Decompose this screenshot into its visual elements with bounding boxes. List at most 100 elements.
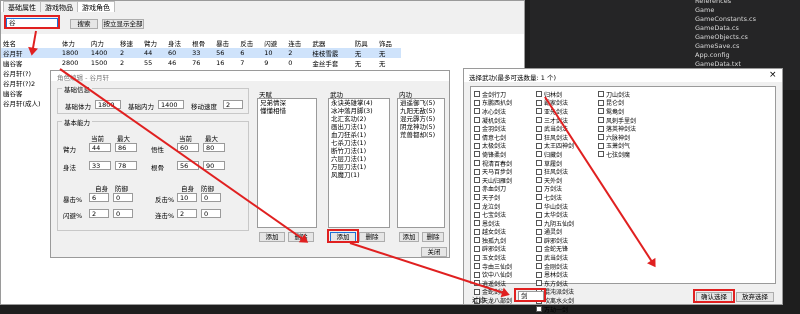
tree-item[interactable]: GameConstants.cs (695, 15, 800, 24)
martial-option[interactable]: 鸳鸯剑 (598, 107, 636, 116)
martial-option[interactable]: 落英神剑法 (598, 124, 636, 133)
checkbox[interactable] (598, 108, 604, 115)
martial-option[interactable]: 刀山剑法 (598, 90, 636, 99)
checkbox[interactable] (474, 108, 480, 115)
inner-add-button[interactable]: 添加 (399, 232, 419, 242)
martial-option[interactable]: 太华剑法 (536, 210, 574, 219)
list-item[interactable]: 画出刀法(1) (329, 123, 389, 131)
inner-delete-button[interactable]: 删除 (422, 232, 444, 242)
stat-max-field[interactable]: 90 (203, 161, 225, 170)
list-item[interactable]: 兄弟情深 (258, 99, 316, 107)
show-all-button[interactable]: 按立显示全部 (102, 19, 144, 29)
checkbox[interactable] (598, 142, 604, 149)
martial-option[interactable]: 太极剑法 (474, 142, 512, 150)
martial-option[interactable]: 辟邪剑法 (474, 245, 512, 253)
tree-item[interactable]: GameSave.cs (695, 42, 800, 51)
list-item[interactable]: 永诀英雄掌(4) (329, 99, 389, 107)
checkbox[interactable] (536, 271, 542, 278)
martial-option[interactable]: 天外剑 (536, 176, 574, 185)
table-row[interactable]: 幽谷客 2800 1500 2 55 46 76 16 7 9 0 金丝手套 无 无 (1, 58, 401, 68)
checkbox[interactable] (536, 142, 542, 149)
checkbox[interactable] (598, 117, 604, 124)
martial-option[interactable]: 武当剑法 (536, 253, 574, 262)
tree-item[interactable]: Game (695, 6, 800, 15)
list-item[interactable]: 断竹刀法(1) (329, 147, 389, 155)
crit-field[interactable]: 6 (89, 193, 109, 202)
checkbox[interactable] (598, 91, 604, 98)
martial-option[interactable]: 寺由三仙剑 (474, 262, 512, 271)
checkbox[interactable] (474, 254, 480, 261)
martial-option[interactable]: 视清百春剑 (474, 159, 512, 168)
checkbox[interactable] (536, 117, 542, 124)
column-header[interactable]: 根骨 (190, 38, 214, 48)
dodge-bonus-field[interactable]: 0 (113, 209, 133, 218)
checkbox[interactable] (536, 134, 542, 141)
checkbox[interactable] (536, 125, 542, 132)
list-item[interactable]: 冰冲落月脚(3) (329, 107, 389, 115)
counter-field[interactable]: 10 (177, 193, 197, 202)
mp-field[interactable]: 1400 (158, 100, 184, 109)
checkbox[interactable] (536, 228, 542, 235)
list-item[interactable]: 北汇玄功(2) (329, 115, 389, 123)
checkbox[interactable] (536, 306, 542, 313)
checkbox[interactable] (474, 177, 480, 184)
martial-option[interactable]: 三才剑法 (536, 116, 574, 125)
inner-list[interactable]: 逍遥御飞(5) 九阳无敌(5) 混元霹方(5) 阴龙神功(5) 荒兽都却(5) (397, 98, 445, 228)
martial-option[interactable]: 金蛇无锋 (536, 245, 574, 253)
martial-option[interactable]: 草履剑 (536, 159, 574, 168)
checkbox[interactable] (474, 211, 480, 218)
crit-bonus-field[interactable]: 0 (113, 193, 133, 202)
checkbox[interactable] (474, 185, 480, 192)
cancel-button[interactable]: 放弃选择 (736, 292, 774, 302)
list-item[interactable]: 风魔刀(1) (329, 171, 389, 179)
search-button[interactable]: 搜索 (70, 19, 98, 29)
checkbox[interactable] (474, 151, 480, 158)
talent-add-button[interactable]: 添加 (259, 232, 285, 242)
martial-option[interactable]: 金刚剑法 (536, 262, 574, 271)
checkbox[interactable] (474, 99, 480, 106)
checkbox[interactable] (598, 99, 604, 106)
checkbox[interactable] (536, 177, 542, 184)
martial-option[interactable]: 万劫一剑 (536, 305, 574, 314)
checkbox[interactable] (474, 168, 480, 175)
martial-option[interactable]: 饮中八仙剑 (474, 270, 512, 279)
checkbox[interactable] (536, 237, 542, 244)
checkbox[interactable] (598, 125, 604, 132)
martial-option[interactable]: 龙泣剑 (474, 202, 512, 211)
martial-option[interactable]: 玉萧剑气 (598, 142, 636, 150)
list-item[interactable]: 混元霹方(5) (398, 115, 444, 123)
list-item[interactable]: 九阳无敌(5) (398, 107, 444, 115)
talent-list[interactable]: 兄弟情深 懂懂相惜 (257, 98, 317, 228)
stat-max-field[interactable]: 86 (115, 143, 137, 152)
checkbox[interactable] (536, 91, 542, 98)
list-item[interactable]: 六层刀法(1) (329, 155, 389, 163)
martial-option[interactable]: 七剑法 (536, 193, 574, 202)
column-header[interactable]: 防具 (353, 38, 377, 48)
close-icon[interactable]: × (769, 70, 777, 80)
speed-field[interactable]: 2 (223, 100, 243, 109)
martial-option[interactable]: 辟邪剑法 (536, 236, 574, 245)
martial-option[interactable]: 天子剑 (474, 193, 512, 202)
martial-option[interactable]: 越女剑法 (474, 228, 512, 236)
martial-option[interactable]: 倚锋柔剑 (474, 150, 512, 159)
list-item[interactable]: 懂懂相惜 (258, 107, 316, 115)
checkbox[interactable] (536, 99, 542, 106)
checkbox[interactable] (474, 194, 480, 201)
checkbox[interactable] (536, 245, 542, 252)
column-header[interactable]: 内力 (89, 38, 118, 48)
martial-option[interactable]: 通灵剑 (536, 228, 574, 236)
martial-option[interactable]: 凝机剑法 (474, 116, 512, 125)
martial-delete-button[interactable]: 删除 (359, 232, 385, 242)
list-item[interactable]: 万层刀法(1) (329, 163, 389, 171)
list-item[interactable]: 七杀刀法(1) (329, 139, 389, 147)
checkbox[interactable] (536, 168, 542, 175)
martial-option[interactable]: 玉女剑法 (474, 253, 512, 262)
column-header[interactable]: 身法 (166, 38, 190, 48)
martial-option[interactable]: 昆仑剑 (598, 99, 636, 107)
martial-option[interactable]: 东方剑法 (536, 279, 574, 288)
martial-option[interactable]: 归林剑 (536, 90, 574, 99)
martial-option[interactable]: 狂风剑法 (536, 167, 574, 176)
combo-field[interactable]: 2 (177, 209, 197, 218)
martial-option[interactable]: 华山剑法 (536, 202, 574, 211)
martial-option[interactable]: 风刺手里剑 (598, 116, 636, 125)
